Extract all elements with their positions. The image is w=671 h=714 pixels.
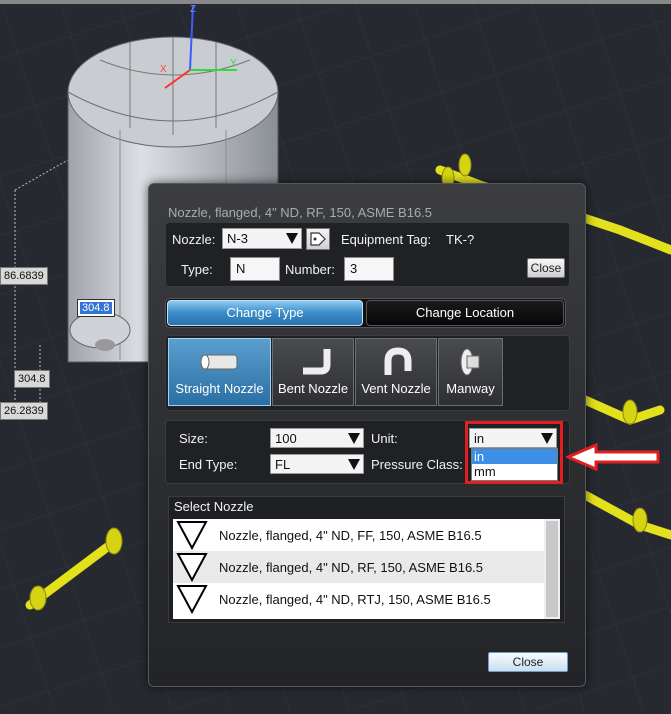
straight-nozzle-tile[interactable]: Straight Nozzle <box>168 338 271 406</box>
select-nozzle-title: Select Nozzle <box>174 499 254 514</box>
number-label: Number: <box>285 262 335 277</box>
unit-option-in[interactable]: in <box>472 449 557 464</box>
unit-dropdown-list: in mm <box>471 448 558 481</box>
pressure-class-label: Pressure Class: <box>371 457 463 472</box>
unit-label: Unit: <box>371 431 398 446</box>
red-arrow-icon <box>566 442 660 472</box>
list-item[interactable]: Nozzle, flanged, 4" ND, FF, 150, ASME B1… <box>173 519 544 551</box>
tag-edit-button[interactable] <box>306 228 330 250</box>
dimension-label: 304.8 <box>14 370 50 388</box>
equipment-tag-label: Equipment Tag: <box>341 232 432 247</box>
manway-icon <box>460 348 480 376</box>
number-input[interactable]: 3 <box>344 257 394 281</box>
bent-nozzle-tile[interactable]: Bent Nozzle <box>272 338 354 406</box>
list-scrollbar[interactable] <box>544 519 560 619</box>
nozzle-select-value: N-3 <box>227 231 248 246</box>
nozzle-flange-icon <box>176 553 208 582</box>
close-small-button[interactable]: Close <box>527 258 565 278</box>
chevron-down-icon <box>348 459 360 470</box>
nozzle-flange-icon <box>176 585 208 614</box>
end-type-select-value: FL <box>275 457 291 472</box>
nozzle-select[interactable]: N-3 <box>222 228 302 249</box>
unit-select-value: in <box>474 431 485 446</box>
size-select-value: 100 <box>275 431 297 446</box>
list-item-text: Nozzle, flanged, 4" ND, FF, 150, ASME B1… <box>219 528 482 543</box>
close-button[interactable]: Close <box>488 652 568 672</box>
chevron-down-icon <box>541 433 553 444</box>
type-input[interactable]: N <box>230 257 280 281</box>
tile-label: Bent Nozzle <box>277 381 349 396</box>
equipment-tag-value: TK-? <box>446 232 475 247</box>
dimension-label: 86.6839 <box>0 267 48 285</box>
list-item[interactable]: Nozzle, flanged, 4" ND, RF, 150, ASME B1… <box>173 551 544 583</box>
nozzle-list: Nozzle, flanged, 4" ND, FF, 150, ASME B1… <box>173 519 560 619</box>
list-item-text: Nozzle, flanged, 4" ND, RTJ, 150, ASME B… <box>219 592 491 607</box>
dialog-title: Nozzle, flanged, 4" ND, RF, 150, ASME B1… <box>168 205 433 220</box>
svg-text:X: X <box>160 64 167 75</box>
tab-change-location[interactable]: Change Location <box>366 300 564 326</box>
end-type-label: End Type: <box>179 457 238 472</box>
chevron-down-icon <box>348 433 360 444</box>
unit-option-mm[interactable]: mm <box>472 464 557 479</box>
nozzle-label: Nozzle: <box>172 232 216 247</box>
select-nozzle-panel: Select Nozzle Nozzle, flanged, 4" ND, FF… <box>168 496 565 623</box>
unit-select[interactable]: in <box>469 428 557 448</box>
list-item[interactable]: Nozzle, flanged, 4" ND, RTJ, 150, ASME B… <box>173 583 544 615</box>
bent-nozzle-icon <box>303 349 331 375</box>
vent-nozzle-tile[interactable]: Vent Nozzle <box>355 338 437 406</box>
scrollbar-thumb[interactable] <box>546 521 558 617</box>
chevron-down-icon <box>286 233 298 244</box>
list-item-text: Nozzle, flanged, 4" ND, RF, 150, ASME B1… <box>219 560 484 575</box>
nozzle-flange-icon <box>176 521 208 550</box>
tile-label: Vent Nozzle <box>361 381 431 396</box>
svg-text:Z: Z <box>190 4 196 15</box>
tile-label: Manway <box>446 381 495 396</box>
dimension-edit-field[interactable]: 304.8 <box>77 299 115 317</box>
tag-icon <box>310 232 326 246</box>
end-type-select[interactable]: FL <box>270 454 364 474</box>
tab-change-type[interactable]: Change Type <box>167 300 363 326</box>
dimension-label: 26.2839 <box>0 402 48 420</box>
straight-nozzle-icon <box>200 354 238 370</box>
tile-label: Straight Nozzle <box>175 381 264 396</box>
size-select[interactable]: 100 <box>270 428 364 448</box>
vent-nozzle-icon <box>384 347 412 375</box>
manway-tile[interactable]: Manway <box>438 338 503 406</box>
svg-text:Y: Y <box>230 58 237 69</box>
type-label: Type: <box>181 262 213 277</box>
size-label: Size: <box>179 431 208 446</box>
